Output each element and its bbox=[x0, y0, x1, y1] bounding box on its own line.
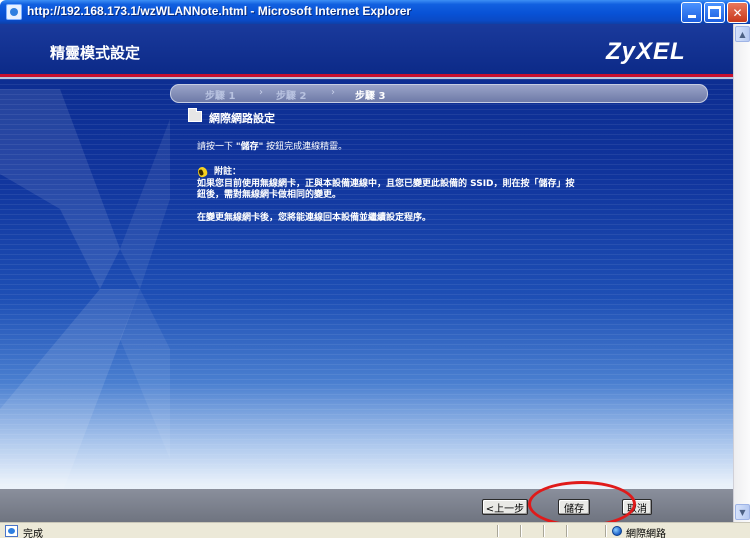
minimize-button[interactable] bbox=[681, 2, 702, 23]
window-title: http://192.168.173.1/wzWLANNote.html - M… bbox=[27, 4, 412, 18]
cancel-button[interactable]: 取消 bbox=[622, 499, 652, 515]
zyxel-logo: ZyXEL bbox=[606, 38, 686, 65]
status-text: 完成 bbox=[23, 529, 43, 538]
step-arrow-icon: › bbox=[331, 87, 335, 98]
close-button[interactable]: ✕ bbox=[727, 2, 748, 23]
instruction-text: 請按一下 "儲存" 按鈕完成連線精靈。 bbox=[197, 142, 348, 152]
step-3: 步驟 3 bbox=[355, 91, 386, 102]
step-arrow-icon: › bbox=[259, 87, 263, 98]
step-2: 步驟 2 bbox=[276, 91, 307, 102]
page-title: 精靈模式設定 bbox=[50, 44, 141, 62]
reconnect-text: 在變更無線網卡後，您將能連線回本設備並繼續設定程序。 bbox=[197, 213, 432, 223]
status-bar: 完成 網際網路 bbox=[0, 522, 750, 538]
ie-icon bbox=[6, 4, 22, 20]
wizard-header: 精靈模式設定 ZyXEL bbox=[0, 24, 733, 74]
scroll-up-icon[interactable]: ▲ bbox=[735, 26, 750, 42]
zone-text: 網際網路 bbox=[626, 529, 666, 538]
note-title: 附註： bbox=[214, 167, 242, 177]
maximize-button[interactable] bbox=[704, 2, 725, 23]
page-content: 精靈模式設定 ZyXEL 步驟 1 › 步驟 2 › 步驟 3 網際網路設定 請… bbox=[0, 24, 733, 522]
note-line-1: 如果您目前使用無線網卡，正與本設備連線中，且您已變更此設備的 SSID，則在按「… bbox=[197, 179, 575, 189]
previous-button[interactable]: <上一步 bbox=[482, 499, 528, 515]
folder-icon bbox=[188, 108, 202, 122]
x-watermark-graphic bbox=[0, 89, 170, 499]
save-button[interactable]: 儲存 bbox=[558, 499, 590, 515]
note-icon bbox=[196, 165, 209, 179]
step-1: 步驟 1 bbox=[205, 91, 236, 102]
scroll-down-icon[interactable]: ▼ bbox=[735, 504, 750, 520]
page-icon bbox=[5, 525, 18, 537]
section-title: 網際網路設定 bbox=[209, 112, 275, 125]
title-bar: http://192.168.173.1/wzWLANNote.html - M… bbox=[0, 0, 750, 24]
steps-bar: 步驟 1 › 步驟 2 › 步驟 3 bbox=[170, 84, 708, 103]
note-line-2: 鈕後，需對無線網卡做相同的變更。 bbox=[197, 190, 342, 200]
vertical-scrollbar[interactable]: ▲ ▼ bbox=[733, 24, 750, 522]
globe-icon bbox=[612, 526, 622, 536]
